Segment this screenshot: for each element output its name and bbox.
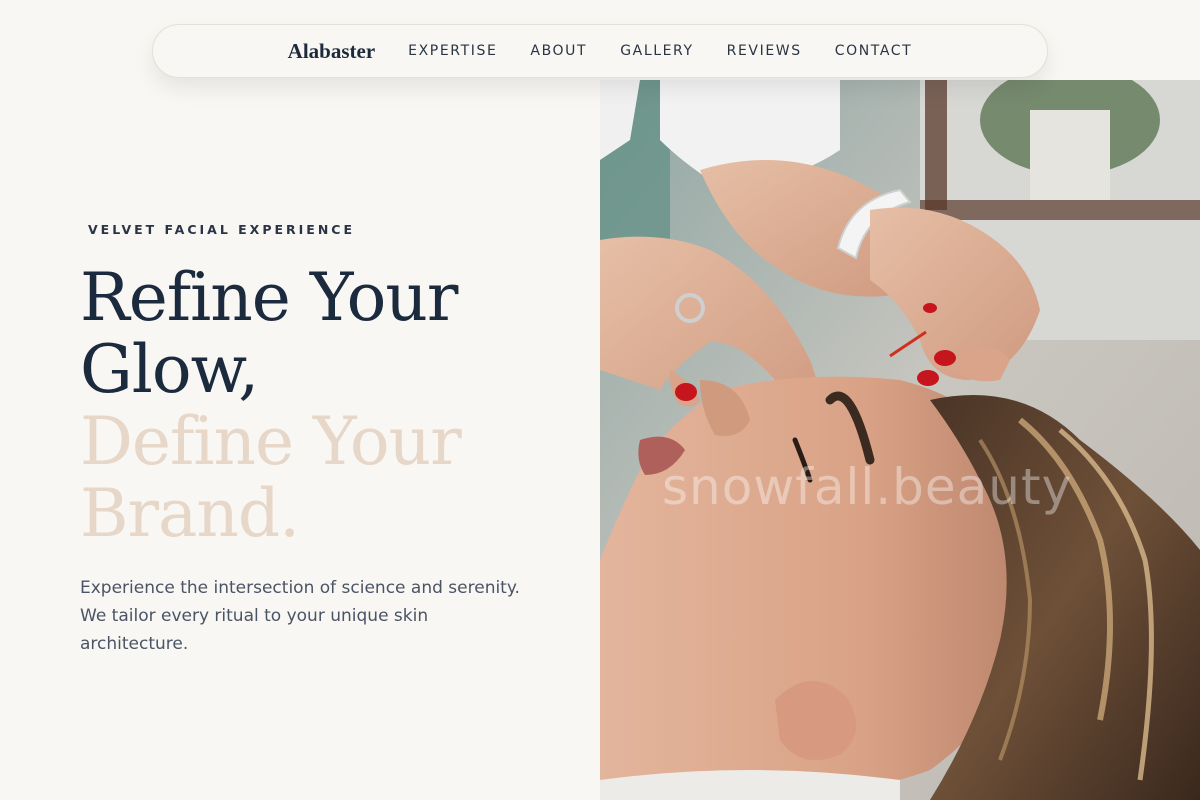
page: snowfall.beauty Alabaster EXPERTISE ABOU… [0, 0, 1200, 800]
nav-link-reviews[interactable]: REVIEWS [727, 43, 802, 59]
nav-link-expertise[interactable]: EXPERTISE [408, 43, 497, 59]
hero-description: Experience the intersection of science a… [80, 578, 520, 654]
watermark-text: snowfall.beauty [662, 458, 1073, 516]
headline-line-4: Brand. [80, 475, 300, 552]
hero-image: snowfall.beauty [600, 80, 1200, 800]
facial-treatment-photo [600, 80, 1200, 800]
nav-link-about[interactable]: ABOUT [530, 43, 587, 59]
hero-headline: Refine Your Glow, Define Your Brand. [80, 259, 462, 552]
top-navigation: Alabaster EXPERTISE ABOUT GALLERY REVIEW… [152, 24, 1048, 78]
nav-link-contact[interactable]: CONTACT [835, 43, 913, 59]
nav-link-gallery[interactable]: GALLERY [620, 43, 693, 59]
headline-line-1: Refine Your [80, 259, 458, 336]
headline-line-2: Glow, [80, 331, 259, 408]
headline-line-3: Define Your [80, 403, 462, 480]
brand-logo[interactable]: Alabaster [288, 39, 376, 64]
hero-eyebrow: VELVET FACIAL EXPERIENCE [88, 222, 356, 237]
